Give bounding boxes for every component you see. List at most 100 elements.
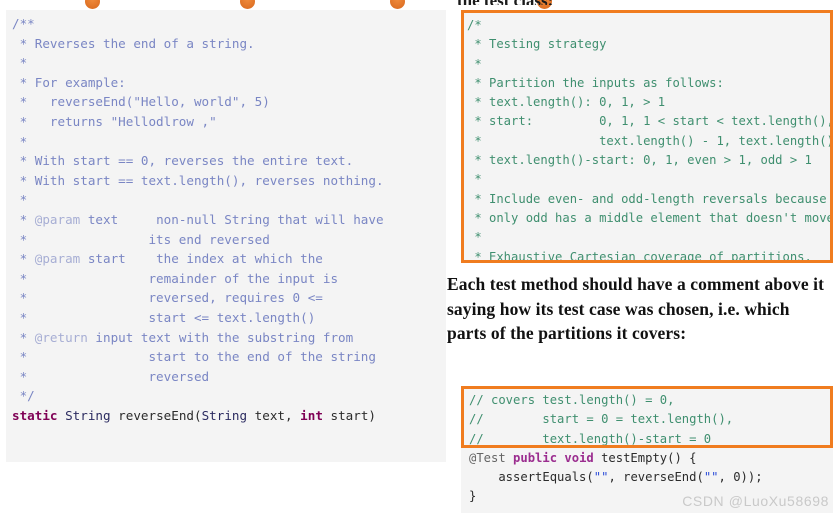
code-line: * Reverses the end of a string. xyxy=(12,34,446,54)
code-line: * Testing strategy xyxy=(467,35,830,54)
code-token: @param xyxy=(34,211,81,227)
code-token: * xyxy=(12,251,35,267)
code-line: * text.length() - 1, text.length() xyxy=(467,132,830,151)
code-line: * start <= text.length() xyxy=(12,308,446,328)
code-token: @Test xyxy=(469,450,506,465)
code-line: // covers test.length() = 0, xyxy=(469,391,833,410)
code-line: * For example: xyxy=(12,73,446,93)
code-token: * returns "Hellodlrow ," xyxy=(12,113,217,129)
code-line: * returns "Hellodlrow ," xyxy=(12,112,446,132)
code-line: static String reverseEnd(String text, in… xyxy=(12,406,446,426)
code-line: * xyxy=(467,228,830,247)
code-token: /* xyxy=(467,18,482,32)
code-token: // start = 0 = text.length(), xyxy=(469,412,734,427)
decorative-dot-3 xyxy=(390,0,405,9)
code-token: * its end reversed xyxy=(12,231,270,247)
code-token: int xyxy=(300,407,323,423)
code-token: * reverseEnd("Hello, world", 5) xyxy=(12,94,270,110)
code-line: * its end reversed xyxy=(12,230,446,250)
right-column: the test class: /* * Testing strategy * … xyxy=(447,0,833,513)
code-token: "" xyxy=(703,470,719,485)
code-line: * xyxy=(12,132,446,152)
code-token: "" xyxy=(593,470,609,485)
code-line: * xyxy=(467,170,830,189)
decorative-dot-2 xyxy=(240,0,255,9)
code-line: * With start == text.length(), reverses … xyxy=(12,171,446,191)
javadoc-spec-code: /** * Reverses the end of a string. * * … xyxy=(12,14,446,425)
code-line: * Include even- and odd-length reversals… xyxy=(467,190,830,209)
code-token: * text.length(): 0, 1, > 1 xyxy=(467,95,666,110)
code-token: * only odd has a middle element that doe… xyxy=(467,210,833,225)
code-token: // text.length()-start = 0 xyxy=(469,431,712,446)
decorative-dot-row xyxy=(0,0,552,9)
code-line: * start: 0, 1, 1 < start < text.length()… xyxy=(467,112,830,131)
right-heading-text: the test class: xyxy=(457,0,827,5)
code-line: * @param text non-null String that will … xyxy=(12,210,446,230)
code-token: @return xyxy=(34,329,88,345)
code-token: start the index at which the xyxy=(80,251,323,267)
code-token: * Testing strategy xyxy=(467,37,607,52)
code-token: start) xyxy=(322,407,377,423)
code-token: * With start == 0, reverses the entire t… xyxy=(12,153,354,169)
code-line: * only odd has a middle element that doe… xyxy=(467,209,830,228)
code-token: * reversed, requires 0 <= xyxy=(12,290,323,306)
code-line: assertEquals("", reverseEnd("", 0)); xyxy=(469,468,833,487)
code-token: input text with the substring from xyxy=(87,329,354,345)
code-line: /* xyxy=(467,16,830,35)
code-token: * text.length()-start: 0, 1, even > 1, o… xyxy=(467,153,812,168)
code-line: * xyxy=(12,190,446,210)
code-token: */ xyxy=(12,388,35,404)
code-token: } xyxy=(469,489,477,504)
code-line: * Partition the inputs as follows: xyxy=(467,74,830,93)
code-token: /** xyxy=(12,16,35,31)
code-token: assertEquals( xyxy=(469,470,594,485)
code-token: text non-null String that will have xyxy=(80,211,384,227)
testing-strategy-code: /* * Testing strategy * * Partition the … xyxy=(467,16,830,263)
code-line: // text.length()-start = 0 xyxy=(469,430,833,449)
code-token: * xyxy=(12,211,35,227)
code-token: * Partition the inputs as follows: xyxy=(467,75,724,90)
code-token: reverseEnd( xyxy=(110,407,202,423)
code-token: * start <= text.length() xyxy=(12,309,316,325)
decorative-dot-1 xyxy=(85,0,100,9)
code-line: * reversed xyxy=(12,367,446,387)
code-token: static xyxy=(12,407,58,423)
code-token: String xyxy=(65,407,111,423)
code-token: * xyxy=(12,55,28,71)
code-line: * Exhaustive Cartesian coverage of parti… xyxy=(467,248,830,263)
code-line: // start = 0 = text.length(), xyxy=(469,410,833,429)
code-token: * xyxy=(12,192,28,208)
code-token: * start to the end of the string xyxy=(12,349,376,365)
code-line: * @param start the index at which the xyxy=(12,249,446,269)
code-token: , reverseEnd( xyxy=(608,470,704,485)
code-line: * text.length(): 0, 1, > 1 xyxy=(467,93,830,112)
code-token: * text.length() - 1, text.length() xyxy=(467,133,833,148)
code-line: * xyxy=(12,53,446,73)
code-line: /** xyxy=(12,14,446,34)
javadoc-spec-panel: /** * Reverses the end of a string. * * … xyxy=(6,10,446,462)
code-line: * text.length()-start: 0, 1, even > 1, o… xyxy=(467,151,830,170)
code-token: * xyxy=(467,56,482,71)
code-token: * xyxy=(467,230,482,245)
code-token: * xyxy=(12,329,35,345)
code-token: * start: 0, 1, 1 < start < text.length()… xyxy=(467,114,833,129)
code-token: @param xyxy=(34,251,81,267)
code-line: * @return input text with the substring … xyxy=(12,328,446,348)
code-line: * With start == 0, reverses the entire t… xyxy=(12,151,446,171)
code-token: * xyxy=(12,133,28,149)
code-token: , 0)); xyxy=(718,470,763,485)
code-token: * With start == text.length(), reverses … xyxy=(12,172,384,188)
code-line: * xyxy=(467,55,830,74)
code-line: * reversed, requires 0 <= xyxy=(12,288,446,308)
mid-paragraph-text: Each test method should have a comment a… xyxy=(447,274,825,343)
code-token: text, xyxy=(247,407,301,423)
code-line: * reverseEnd("Hello, world", 5) xyxy=(12,92,446,112)
code-token: * remainder of the input is xyxy=(12,270,339,286)
code-token: * Reverses the end of a string. xyxy=(12,35,255,51)
code-line: @Test public void testEmpty() { xyxy=(469,449,833,468)
code-token: testEmpty() { xyxy=(593,450,697,465)
code-token: * Exhaustive Cartesian coverage of parti… xyxy=(467,249,812,263)
code-token: public void xyxy=(513,450,594,465)
